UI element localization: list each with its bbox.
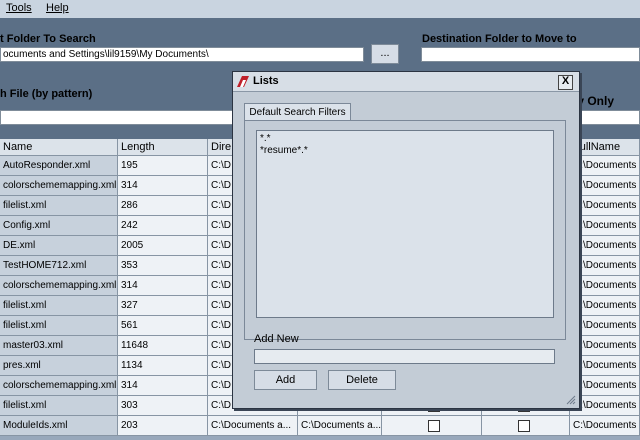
cell-name[interactable]: filelist.xml <box>0 316 118 336</box>
cell-checkbox[interactable] <box>482 416 570 436</box>
cell-name[interactable]: Config.xml <box>0 216 118 236</box>
cell-full[interactable]: C:\Documents a <box>570 156 640 176</box>
cell-name[interactable]: TestHOME712.xml <box>0 256 118 276</box>
cell-name[interactable]: filelist.xml <box>0 396 118 416</box>
cell-full[interactable]: C:\Documents a <box>570 316 640 336</box>
add-new-input[interactable] <box>254 349 555 364</box>
checkbox[interactable] <box>428 420 440 432</box>
cell-full[interactable]: C:\Documents a <box>570 276 640 296</box>
add-new-label: Add New <box>254 333 299 345</box>
cell-full[interactable]: C:\Documents a <box>570 236 640 256</box>
cell-full[interactable]: C:\Documents a <box>570 176 640 196</box>
cell-length[interactable]: 242 <box>118 216 208 236</box>
cell-length[interactable]: 1134 <box>118 356 208 376</box>
col-header-length[interactable]: Length <box>118 139 208 156</box>
cell-name[interactable]: colorschememapping.xml <box>0 276 118 296</box>
source-folder-field[interactable]: ocuments and Settings\lil9159\My Documen… <box>0 47 364 62</box>
col-header-name[interactable]: Name <box>0 139 118 156</box>
menu-tools-label: Tools <box>6 2 32 14</box>
menu-tools[interactable]: Tools <box>6 2 32 14</box>
cell-full[interactable]: C:\Documents a <box>570 356 640 376</box>
source-folder-label: t Folder To Search <box>0 33 96 45</box>
cell-checkbox[interactable] <box>382 416 482 436</box>
cell-length[interactable]: 314 <box>118 376 208 396</box>
browse-button[interactable]: ... <box>371 44 399 64</box>
dialog-title-bar[interactable]: Lists X <box>233 72 579 92</box>
cell-length[interactable]: 303 <box>118 396 208 416</box>
search-pattern-label: h File (by pattern) <box>0 88 93 100</box>
app-icon <box>237 76 249 87</box>
cell-full[interactable]: C:\Documents a <box>570 336 640 356</box>
cell-length[interactable]: 314 <box>118 176 208 196</box>
menu-bar: Tools Help <box>0 0 640 18</box>
cell-length[interactable]: 286 <box>118 196 208 216</box>
cell-name[interactable]: filelist.xml <box>0 196 118 216</box>
cell-length[interactable]: 195 <box>118 156 208 176</box>
lists-dialog: Lists X Default Search Filters *.* *resu… <box>232 71 580 409</box>
checkbox[interactable] <box>518 420 530 432</box>
cell-length[interactable]: 2005 <box>118 236 208 256</box>
menu-help[interactable]: Help <box>46 2 69 14</box>
cell-full[interactable]: C:\Documents a <box>570 396 640 416</box>
add-button[interactable]: Add <box>254 370 317 390</box>
cell-full[interactable]: C:\Documents a <box>570 256 640 276</box>
cell-full[interactable]: C:\Documents a <box>570 376 640 396</box>
cell-name[interactable]: colorschememapping.xml <box>0 376 118 396</box>
table-row[interactable]: ModuleIds.xml 203 C:\Documents a... C:\Docu… <box>0 416 640 436</box>
list-item[interactable]: *.* <box>260 133 550 145</box>
resize-grip-icon[interactable] <box>564 393 576 405</box>
cell-length[interactable]: 203 <box>118 416 208 436</box>
cell-name[interactable]: master03.xml <box>0 336 118 356</box>
cell-length[interactable]: 353 <box>118 256 208 276</box>
cell-name[interactable]: ModuleIds.xml <box>0 416 118 436</box>
cell-name[interactable]: AutoResponder.xml <box>0 156 118 176</box>
cell-full[interactable]: C:\Documents a <box>570 416 640 436</box>
cell-full[interactable]: C:\Documents a <box>570 296 640 316</box>
delete-button[interactable]: Delete <box>328 370 396 390</box>
cell-full[interactable]: C:\Documents a <box>570 216 640 236</box>
dialog-title: Lists <box>253 75 279 87</box>
cell-length[interactable]: 561 <box>118 316 208 336</box>
col-header-fullname[interactable]: FullName <box>570 139 640 156</box>
destination-folder-field[interactable] <box>421 47 640 62</box>
cell-dir2[interactable]: C:\Documents a... <box>298 416 382 436</box>
cell-name[interactable]: DE.xml <box>0 236 118 256</box>
cell-length[interactable]: 314 <box>118 276 208 296</box>
tab-panel: *.* *resume*.* <box>244 120 566 340</box>
cell-dir[interactable]: C:\Documents a... <box>208 416 298 436</box>
cell-length[interactable]: 327 <box>118 296 208 316</box>
cell-name[interactable]: pres.xml <box>0 356 118 376</box>
close-icon[interactable]: X <box>558 75 573 90</box>
menu-help-label: Help <box>46 2 69 14</box>
cell-full[interactable]: C:\Documents a <box>570 196 640 216</box>
destination-folder-label: Destination Folder to Move to <box>422 33 577 45</box>
filter-list[interactable]: *.* *resume*.* <box>256 130 554 318</box>
cell-name[interactable]: colorschememapping.xml <box>0 176 118 196</box>
list-item[interactable]: *resume*.* <box>260 145 550 157</box>
cell-length[interactable]: 11648 <box>118 336 208 356</box>
cell-name[interactable]: filelist.xml <box>0 296 118 316</box>
